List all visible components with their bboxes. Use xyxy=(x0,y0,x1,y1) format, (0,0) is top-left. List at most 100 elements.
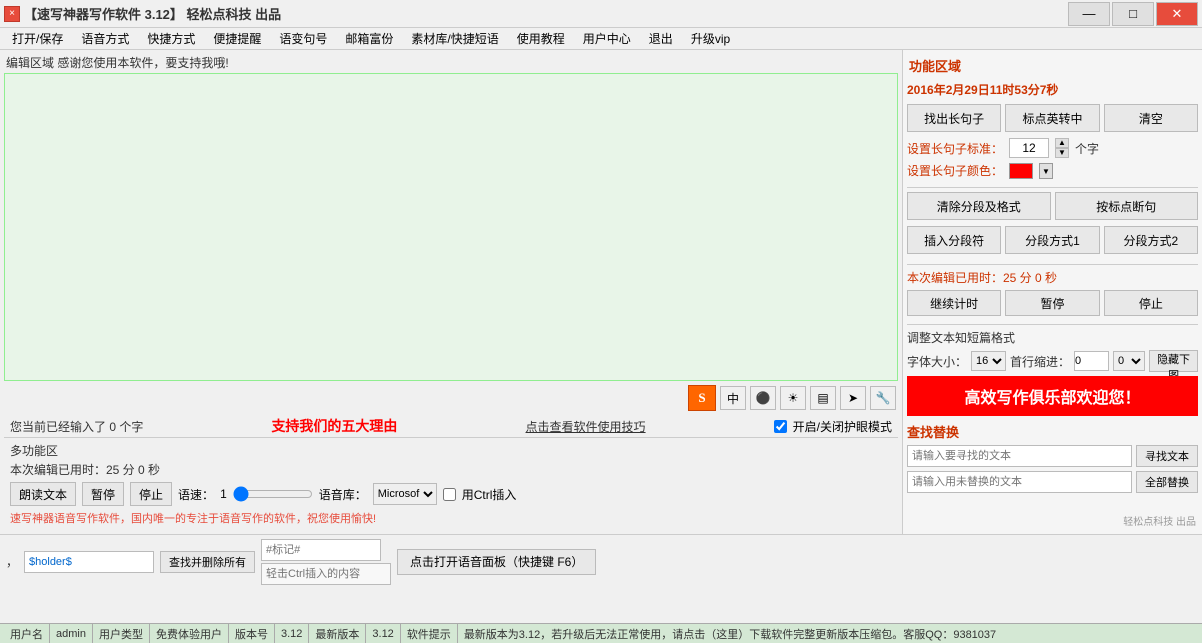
arrow-icon[interactable]: ➤ xyxy=(840,386,866,410)
spin-down-button[interactable]: ▼ xyxy=(1055,148,1069,158)
menu-material[interactable]: 素材库/快捷短语 xyxy=(403,28,506,49)
long-sentence-color-label: 设置长句子颜色： xyxy=(907,162,1003,179)
eye-mode-checkbox[interactable] xyxy=(774,420,787,433)
mark-english-button[interactable]: 标点英转中 xyxy=(1005,104,1099,132)
sougou-icon[interactable]: S xyxy=(688,385,716,411)
maximize-button[interactable]: □ xyxy=(1112,2,1154,26)
speed-slider[interactable] xyxy=(233,486,313,502)
window-controls: — □ ✕ xyxy=(1068,2,1198,26)
grid-icon[interactable]: ▤ xyxy=(810,386,836,410)
support-link[interactable]: 支持我们的五大理由 xyxy=(271,416,397,436)
watermark-text: 轻松点科技 出品 xyxy=(1123,513,1196,528)
lower-area: ， 查找并删除所有 点击打开语音面板（快捷键 F6） xyxy=(0,534,1202,588)
search-btn[interactable]: 寻找文本 xyxy=(1136,445,1198,467)
menu-reminder[interactable]: 便捷提醒 xyxy=(205,28,269,49)
status-usertype-value: 免费体验用户 xyxy=(150,624,229,643)
insert-hint-input xyxy=(261,563,391,585)
indent-select[interactable]: 0 2 xyxy=(1113,351,1145,371)
insert-paragraph-button[interactable]: 插入分段符 xyxy=(907,226,1001,254)
holder-input[interactable] xyxy=(24,551,154,573)
long-sentence-value-input[interactable] xyxy=(1009,138,1049,158)
read-text-button[interactable]: 朗读文本 xyxy=(10,482,76,506)
long-sentence-color-row: 设置长句子颜色： ▼ xyxy=(907,162,1198,179)
menu-lang-punct[interactable]: 语变句号 xyxy=(271,28,335,49)
view-tips-link[interactable]: 点击查看软件使用技巧 xyxy=(526,418,646,435)
open-panel-button[interactable]: 点击打开语音面板（快捷键 F6） xyxy=(397,549,596,575)
close-window-button[interactable]: ✕ xyxy=(1156,2,1198,26)
indent-input[interactable] xyxy=(1074,351,1109,371)
ctrl-insert-checkbox[interactable] xyxy=(443,488,456,501)
func-btn-row-3: 插入分段符 分段方式1 分段方式2 xyxy=(907,226,1198,254)
title-bar: × 【速写神器写作软件 3.12】 轻松点科技 出品 — □ ✕ xyxy=(0,0,1202,28)
right-section-title: 功能区域 xyxy=(907,54,1198,77)
tag-ctrl-col xyxy=(261,539,391,585)
mark-punctuation-button[interactable]: 按标点断句 xyxy=(1055,192,1199,220)
spin-up-button[interactable]: ▲ xyxy=(1055,138,1069,148)
paragraph-mode2-button[interactable]: 分段方式2 xyxy=(1104,226,1198,254)
replace-all-btn[interactable]: 全部替换 xyxy=(1136,471,1198,493)
app-icon-close[interactable]: × xyxy=(4,6,20,22)
extract-long-sentence-button[interactable]: 找出长句子 xyxy=(907,104,1001,132)
watermark-area: 轻松点科技 出品 xyxy=(907,511,1198,530)
timer-section: 本次编辑已用时：25 分 0 秒 继续计时 暂停 停止 xyxy=(907,269,1198,316)
multi-func-area: 多功能区 本次编辑已用时：25 分 0 秒 朗读文本 暂停 停止 语速： 1 语… xyxy=(4,437,898,530)
clear-paragraph-button[interactable]: 清除分段及格式 xyxy=(907,192,1051,220)
stop-timer-button[interactable]: 停止 xyxy=(1104,290,1198,316)
replace-input[interactable] xyxy=(907,471,1132,493)
status-username-value: admin xyxy=(50,624,93,643)
color-box[interactable] xyxy=(1009,163,1033,179)
unit-text: 个字 xyxy=(1075,140,1099,157)
search-section: 查找替换 寻找文本 全部替换 xyxy=(907,422,1198,497)
stop-read-button[interactable]: 停止 xyxy=(130,482,172,506)
word-count: 您当前已经输入了 0 个字 xyxy=(10,418,143,435)
left-panel: 编辑区域 感谢您使用本软件，要支持我哦! S 中 ⚫ ☀ ▤ ➤ 🔧 您当前已经… xyxy=(0,50,902,534)
app-title: 【速写神器写作软件 3.12】 轻松点科技 出品 xyxy=(24,4,281,23)
continue-timer-button[interactable]: 继续计时 xyxy=(907,290,1001,316)
menu-email[interactable]: 邮箱富份 xyxy=(337,28,401,49)
divider-1 xyxy=(907,187,1198,188)
lib-select[interactable]: Microsof xyxy=(373,483,437,505)
speed-value: 1 xyxy=(220,487,227,501)
chinese-icon[interactable]: 中 xyxy=(720,386,746,410)
search-input[interactable] xyxy=(907,445,1132,467)
menu-tutorial[interactable]: 使用教程 xyxy=(509,28,573,49)
pause-timer-button[interactable]: 暂停 xyxy=(1005,290,1099,316)
search-section-title: 查找替换 xyxy=(907,422,1198,441)
paragraph-mode1-button[interactable]: 分段方式1 xyxy=(1005,226,1099,254)
func-btn-row-1: 找出长句子 标点英转中 清空 xyxy=(907,104,1198,132)
editor-textarea[interactable] xyxy=(4,73,898,381)
right-panel: 功能区域 2016年2月29日11时53分7秒 找出长句子 标点英转中 清空 设… xyxy=(902,50,1202,534)
multi-func-timer-row: 本次编辑已用时：25 分 0 秒 xyxy=(10,461,892,478)
hide-down-button[interactable]: 隐藏下图 xyxy=(1149,350,1198,372)
status-version-label: 版本号 xyxy=(229,624,275,643)
menu-open-save[interactable]: 打开/保存 xyxy=(4,28,71,49)
menu-user-center[interactable]: 用户中心 xyxy=(575,28,639,49)
color-dropdown[interactable]: ▼ xyxy=(1039,163,1053,179)
status-usertype-label: 用户类型 xyxy=(93,624,150,643)
minimize-button[interactable]: — xyxy=(1068,2,1110,26)
font-size-select[interactable]: 16 14 18 xyxy=(971,351,1006,371)
wrench-icon[interactable]: 🔧 xyxy=(870,386,896,410)
sun-icon[interactable]: ☀ xyxy=(780,386,806,410)
editor-toolbar: S 中 ⚫ ☀ ▤ ➤ 🔧 xyxy=(4,381,898,415)
dot-icon[interactable]: ⚫ xyxy=(750,386,776,410)
format-title: 调整文本知短篇格式 xyxy=(907,329,1015,346)
format-section: 调整文本知短篇格式 字体大小： 16 14 18 首行缩进： 0 2 隐藏下图 xyxy=(907,329,1198,372)
menu-exit[interactable]: 退出 xyxy=(641,28,681,49)
font-size-label: 字体大小： xyxy=(907,353,967,370)
spinner-buttons: ▲ ▼ xyxy=(1055,138,1069,158)
menu-shortcut-mode[interactable]: 快捷方式 xyxy=(139,28,203,49)
menu-upgrade-vip[interactable]: 升级vip xyxy=(683,28,738,49)
long-sentence-standard-row: 设置长句子标准： ▲ ▼ 个字 xyxy=(907,138,1198,158)
search-input-row-1: 寻找文本 xyxy=(907,445,1198,467)
menu-voice-mode[interactable]: 语音方式 xyxy=(73,28,137,49)
status-version-value: 3.12 xyxy=(275,624,309,643)
read-section: 朗读文本 暂停 停止 语速： 1 语音库： Microsof 用Ctrl插入 xyxy=(10,482,892,506)
status-latest-label: 最新版本 xyxy=(309,624,366,643)
eye-mode-section: 开启/关闭护眼模式 xyxy=(774,418,892,435)
pause-read-button[interactable]: 暂停 xyxy=(82,482,124,506)
delete-all-button[interactable]: 查找并删除所有 xyxy=(160,551,255,573)
clear-button[interactable]: 清空 xyxy=(1104,104,1198,132)
tag-input[interactable] xyxy=(261,539,381,561)
timer-btn-row: 继续计时 暂停 停止 xyxy=(907,290,1198,316)
